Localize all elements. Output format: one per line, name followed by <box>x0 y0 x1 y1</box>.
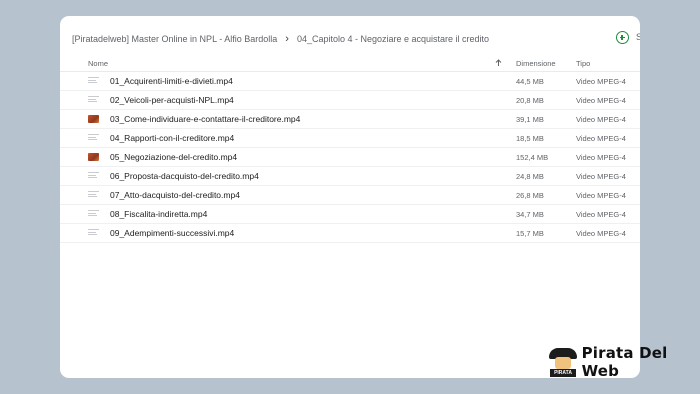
video-file-icon <box>88 210 99 218</box>
video-thumbnail-icon <box>88 115 99 123</box>
file-type: Video MPEG-4 <box>576 191 626 200</box>
table-header: Nome Dimensione Tipo <box>60 56 640 72</box>
video-file-icon <box>88 229 99 237</box>
file-name[interactable]: 03_Come-individuare-e-contattare-il-cred… <box>110 114 300 124</box>
file-name[interactable]: 05_Negoziazione-del-credito.mp4 <box>110 152 237 162</box>
file-row[interactable]: 08_Fiscalita-indiretta.mp4 34,7 MB Video M… <box>60 205 640 224</box>
file-row[interactable]: 06_Proposta-dacquisto-del-credito.mp4 24,… <box>60 167 640 186</box>
file-name[interactable]: 08_Fiscalita-indiretta.mp4 <box>110 209 207 219</box>
sort-ascending-icon[interactable] <box>495 59 502 67</box>
file-size: 152,4 MB <box>516 153 549 162</box>
breadcrumb-folder[interactable]: [Piratadelweb] Master Online in NPL - Al… <box>72 31 277 47</box>
file-size: 15,7 MB <box>516 229 544 238</box>
file-row[interactable]: 03_Come-individuare-e-contattare-il-cred… <box>60 110 640 129</box>
file-name[interactable]: 07_Atto-dacquisto-del-credito.mp4 <box>110 190 240 200</box>
brand-name: Pirata Del Web <box>581 344 668 380</box>
file-row[interactable]: 07_Atto-dacquisto-del-credito.mp4 26,8 MB… <box>60 186 640 205</box>
file-type: Video MPEG-4 <box>576 115 626 124</box>
file-row[interactable]: 09_Adempimenti-successivi.mp4 15,7 MB Vide… <box>60 224 640 243</box>
column-header-size[interactable]: Dimensione <box>516 59 556 68</box>
brand-watermark: PIRATA Pirata Del Web <box>548 344 700 380</box>
file-list: 01_Acquirenti-limiti-e-divieti.mp4 44,5 M… <box>60 72 640 243</box>
file-row[interactable]: 05_Negoziazione-del-credito.mp4 152,4 MB V… <box>60 148 640 167</box>
file-type: Video MPEG-4 <box>576 134 626 143</box>
file-name[interactable]: 04_Rapporti-con-il-creditore.mp4 <box>110 133 234 143</box>
pirate-logo-icon: PIRATA <box>548 346 577 378</box>
breadcrumb: [Piratadelweb] Master Online in NPL - Al… <box>72 31 489 47</box>
file-row[interactable]: 04_Rapporti-con-il-creditore.mp4 18,5 MB V… <box>60 129 640 148</box>
file-name[interactable]: 06_Proposta-dacquisto-del-credito.mp4 <box>110 171 259 181</box>
add-button-label[interactable]: S <box>636 31 640 44</box>
file-type: Video MPEG-4 <box>576 210 626 219</box>
file-type: Video MPEG-4 <box>576 172 626 181</box>
file-type: Video MPEG-4 <box>576 229 626 238</box>
file-size: 44,5 MB <box>516 77 544 86</box>
add-circle-icon[interactable] <box>616 31 629 44</box>
chevron-right-icon: › <box>285 33 289 45</box>
file-table: Nome Dimensione Tipo 01_Acquirenti-limit… <box>60 56 640 243</box>
video-file-icon <box>88 96 99 104</box>
video-thumbnail-icon <box>88 153 99 161</box>
file-size: 34,7 MB <box>516 210 544 219</box>
file-row[interactable]: 02_Veicoli-per-acquisti-NPL.mp4 20,8 MB Vi… <box>60 91 640 110</box>
column-header-name[interactable]: Nome <box>88 59 108 68</box>
file-size: 18,5 MB <box>516 134 544 143</box>
file-type: Video MPEG-4 <box>576 96 626 105</box>
file-size: 20,8 MB <box>516 96 544 105</box>
video-file-icon <box>88 134 99 142</box>
file-size: 39,1 MB <box>516 115 544 124</box>
file-name[interactable]: 09_Adempimenti-successivi.mp4 <box>110 228 234 238</box>
brand-badge: PIRATA <box>550 369 576 377</box>
video-file-icon <box>88 191 99 199</box>
file-size: 24,8 MB <box>516 172 544 181</box>
file-type: Video MPEG-4 <box>576 153 626 162</box>
file-name[interactable]: 02_Veicoli-per-acquisti-NPL.mp4 <box>110 95 234 105</box>
file-name[interactable]: 01_Acquirenti-limiti-e-divieti.mp4 <box>110 76 233 86</box>
column-header-type[interactable]: Tipo <box>576 59 590 68</box>
file-type: Video MPEG-4 <box>576 77 626 86</box>
video-file-icon <box>88 172 99 180</box>
video-file-icon <box>88 77 99 85</box>
breadcrumb-subfolder[interactable]: 04_Capitolo 4 - Negoziare e acquistare i… <box>297 31 489 47</box>
file-size: 26,8 MB <box>516 191 544 200</box>
file-row[interactable]: 01_Acquirenti-limiti-e-divieti.mp4 44,5 M… <box>60 72 640 91</box>
file-browser-window: [Piratadelweb] Master Online in NPL - Al… <box>60 16 640 378</box>
